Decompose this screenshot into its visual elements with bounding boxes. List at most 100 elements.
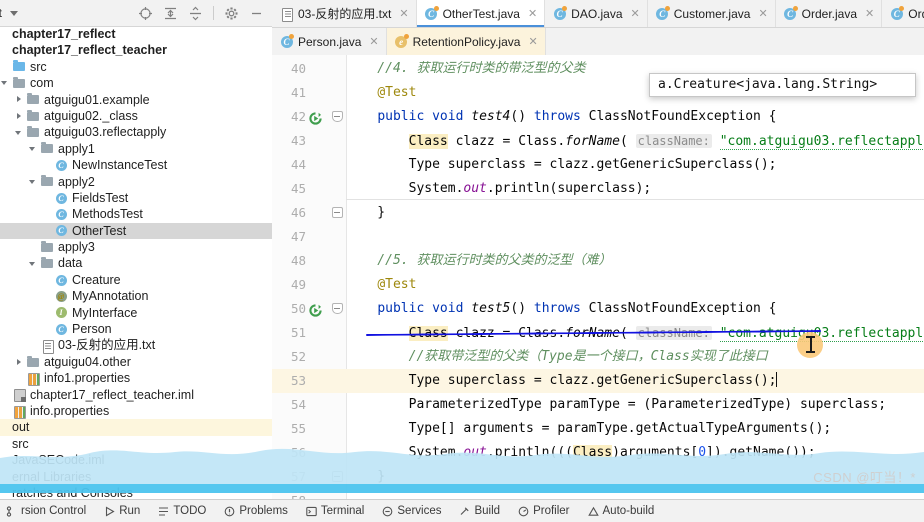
tree-item-myinterface[interactable]: I MyInterface bbox=[0, 305, 272, 321]
bottom-bar-run[interactable]: Run bbox=[104, 505, 140, 517]
tree-item-out[interactable]: out bbox=[0, 419, 272, 436]
chevron-down-icon[interactable] bbox=[28, 258, 39, 269]
bottom-bar-todo[interactable]: TODO bbox=[158, 505, 206, 517]
problems-icon bbox=[224, 506, 235, 517]
locate-icon[interactable] bbox=[138, 6, 153, 21]
arrow-placeholder bbox=[42, 209, 53, 220]
bottom-tool-bar[interactable]: rsion Control Run TODO Problems Terminal Serv… bbox=[0, 499, 924, 522]
tree-item-label: src bbox=[30, 59, 47, 74]
bottom-bar-build[interactable]: Build bbox=[459, 505, 500, 517]
chevron-right-icon[interactable] bbox=[14, 111, 25, 122]
tree-item-chapter17-reflect-teacher-iml[interactable]: chapter17_reflect_teacher.iml bbox=[0, 387, 272, 403]
editor-tab-customer-java[interactable]: C Customer.java ✕ bbox=[648, 0, 776, 27]
chevron-down-icon[interactable] bbox=[14, 127, 25, 138]
annotation-icon: @ bbox=[54, 289, 68, 303]
tree-item-info-properties[interactable]: info.properties bbox=[0, 403, 272, 419]
tree-item-chapter17-reflect[interactable]: chapter17_reflect bbox=[0, 26, 272, 42]
code-editor[interactable]: 40 //4. 获取运行时类的带泛型的父类 41 @Test 42 public v… bbox=[272, 55, 924, 500]
settings-gear-icon[interactable] bbox=[224, 6, 239, 21]
editor-tab-label: Order.java bbox=[801, 6, 858, 21]
bottom-bar-auto-build[interactable]: Auto-build bbox=[587, 505, 654, 517]
collapse-all-icon[interactable] bbox=[188, 6, 203, 21]
properties-icon bbox=[12, 404, 26, 419]
editor-tab-retentionpolicy-java[interactable]: e RetentionPolicy.java ✕ bbox=[386, 28, 546, 55]
toolbar-divider bbox=[213, 6, 214, 20]
project-panel: ect chapter17_ bbox=[0, 0, 273, 500]
code-line: public void test4() throws ClassNotFound… bbox=[377, 109, 777, 124]
close-icon[interactable]: ✕ bbox=[528, 35, 537, 48]
tree-item-creature[interactable]: C Creature bbox=[0, 272, 272, 288]
tree-item-othertest[interactable]: C OtherTest bbox=[0, 222, 272, 240]
tree-item-03-txt[interactable]: 03-反射的应用.txt bbox=[0, 337, 272, 354]
bottom-bar-problems[interactable]: Problems bbox=[224, 505, 288, 517]
editor-tab-label: Customer.java bbox=[673, 6, 751, 21]
close-icon[interactable]: ✕ bbox=[865, 7, 874, 20]
package-icon bbox=[40, 257, 54, 271]
fold-toggle-icon[interactable] bbox=[332, 471, 343, 482]
chevron-down-icon[interactable] bbox=[10, 10, 19, 16]
editor-tab-dao-java[interactable]: C DAO.java ✕ bbox=[545, 0, 648, 27]
tree-item-label: info.properties bbox=[30, 403, 110, 418]
fold-toggle-icon[interactable] bbox=[332, 303, 343, 314]
hide-icon[interactable] bbox=[249, 6, 264, 21]
tree-item-info1-properties[interactable]: info1.properties bbox=[0, 370, 272, 386]
tree-item-apply2[interactable]: apply2 bbox=[0, 174, 272, 190]
fold-toggle-icon[interactable] bbox=[332, 111, 343, 122]
class-icon: C bbox=[54, 224, 68, 238]
tree-item-label: Creature bbox=[72, 272, 121, 287]
tree-item-ernal-libraries[interactable]: ernal Libraries bbox=[0, 469, 272, 485]
chevron-down-icon[interactable] bbox=[0, 78, 11, 89]
tree-item-fieldstest[interactable]: C FieldsTest bbox=[0, 190, 272, 206]
code-line: @Test bbox=[377, 277, 417, 292]
tree-item-atguigu03-reflectapply[interactable]: atguigu03.reflectapply bbox=[0, 124, 272, 140]
tree-item-newinstancetest[interactable]: C NewInstanceTest bbox=[0, 157, 272, 173]
chevron-right-icon[interactable] bbox=[14, 357, 25, 368]
run-test-icon[interactable] bbox=[309, 302, 322, 317]
editor-tab-order-java[interactable]: C Order.java ✕ bbox=[776, 0, 883, 27]
tree-item-atguigu01-example[interactable]: atguigu01.example bbox=[0, 92, 272, 108]
editor-tabs-row-2[interactable]: C Person.java ✕ e RetentionPolicy.java ✕ bbox=[272, 28, 924, 56]
tree-item-com[interactable]: com bbox=[0, 75, 272, 91]
chevron-down-icon[interactable] bbox=[28, 176, 39, 187]
code-line: //获取带泛型的父类（Type是一个接口，Class实现了此接口 bbox=[346, 349, 768, 364]
editor-tab-03-txt[interactable]: 03-反射的应用.txt ✕ bbox=[272, 0, 417, 27]
close-icon[interactable]: ✕ bbox=[758, 7, 767, 20]
build-icon bbox=[459, 506, 470, 517]
tree-item-myannotation[interactable]: @ MyAnnotation bbox=[0, 288, 272, 304]
tree-item-src[interactable]: src bbox=[0, 436, 272, 452]
bottom-bar-rsion-control[interactable]: rsion Control bbox=[6, 505, 86, 517]
tree-item-person[interactable]: C Person bbox=[0, 321, 272, 337]
editor-tab-othertest-java[interactable]: C OtherTest.java ✕ bbox=[416, 0, 546, 27]
tree-item-atguigu04-other[interactable]: atguigu04.other bbox=[0, 354, 272, 370]
chevron-right-icon[interactable] bbox=[14, 94, 25, 105]
tree-item-label: chapter17_reflect_teacher bbox=[12, 43, 167, 58]
tree-item-label: info1.properties bbox=[44, 371, 131, 386]
tree-item-data[interactable]: data bbox=[0, 255, 272, 271]
tree-item-apply1[interactable]: apply1 bbox=[0, 141, 272, 157]
tree-item-atguigu02-class[interactable]: atguigu02._class bbox=[0, 108, 272, 124]
close-icon[interactable]: ✕ bbox=[369, 35, 378, 48]
bottom-bar-profiler[interactable]: Profiler bbox=[518, 505, 570, 517]
chevron-down-icon[interactable] bbox=[28, 143, 39, 154]
expand-all-icon[interactable] bbox=[163, 6, 178, 21]
arrow-placeholder bbox=[0, 438, 11, 449]
bottom-bar-terminal[interactable]: Terminal bbox=[306, 505, 364, 517]
tree-item-javasecode-iml[interactable]: JavaSECode.iml bbox=[0, 452, 272, 468]
close-icon[interactable]: ✕ bbox=[528, 7, 537, 20]
tree-item-apply3[interactable]: apply3 bbox=[0, 239, 272, 255]
bottom-bar-services[interactable]: Services bbox=[382, 505, 441, 517]
tree-item-methodstest[interactable]: C MethodsTest bbox=[0, 206, 272, 222]
close-icon[interactable]: ✕ bbox=[631, 7, 640, 20]
tree-item-chapter17-reflect-teacher[interactable]: chapter17_reflect_teacher bbox=[0, 42, 272, 58]
arrow-placeholder bbox=[0, 61, 11, 72]
tree-item-ratches-and-consoles[interactable]: ratches and Consoles bbox=[0, 485, 272, 500]
fold-toggle-icon[interactable] bbox=[332, 207, 343, 218]
editor-tab-orderdao-java[interactable]: COrderDAO.java✕ bbox=[882, 0, 924, 27]
close-icon[interactable]: ✕ bbox=[399, 7, 408, 20]
project-tree[interactable]: chapter17_reflect chapter17_reflect_teach… bbox=[0, 26, 272, 500]
editor-tabs-row-1[interactable]: 03-反射的应用.txt ✕ C OtherTest.java ✕ C DAO.java ✕ C… bbox=[272, 0, 924, 28]
editor-tab-person-java[interactable]: C Person.java ✕ bbox=[272, 28, 387, 55]
tree-item-src[interactable]: src bbox=[0, 59, 272, 75]
interface-icon: I bbox=[54, 306, 68, 320]
run-test-icon[interactable] bbox=[309, 110, 322, 125]
